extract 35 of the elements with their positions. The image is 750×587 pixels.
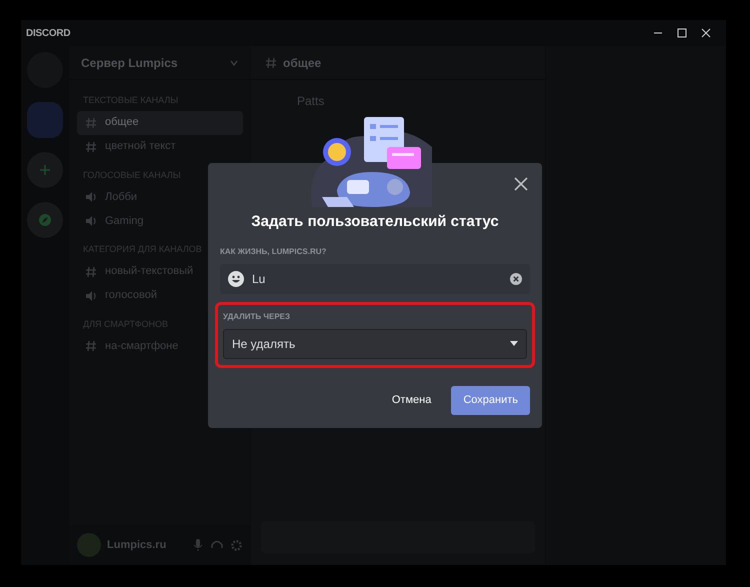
caret-icon: [510, 341, 518, 346]
hash-icon: [85, 266, 97, 278]
plus-icon: [39, 164, 51, 176]
cancel-button[interactable]: Отмена: [384, 386, 440, 414]
status-text: Lu: [252, 270, 266, 288]
speaker-icon: [85, 215, 97, 227]
hash-icon: [265, 56, 277, 68]
compass-icon: [38, 213, 52, 227]
settings-icon[interactable]: [230, 538, 243, 552]
hash-icon: [85, 116, 97, 128]
hash-icon: [85, 140, 97, 152]
add-server-button[interactable]: [27, 152, 63, 188]
explore-button[interactable]: [27, 202, 63, 238]
user-avatar[interactable]: [77, 533, 101, 557]
close-icon[interactable]: [514, 177, 528, 191]
status-field[interactable]: Lu: [220, 264, 530, 294]
smiley-icon[interactable]: [228, 270, 244, 286]
user-name: Lumpics.ru: [107, 538, 168, 553]
server-name[interactable]: Сервер Lumpics: [81, 54, 178, 72]
channel-title: общее: [283, 54, 322, 72]
field-label: УДАЛИТЬ ЧЕРЕЗ: [223, 310, 292, 322]
save-button[interactable]: Сохранить: [451, 386, 530, 414]
window-title: DISCORD: [26, 26, 70, 40]
field-label: КАК ЖИЗНЬ, LUMPICS.RU?: [220, 246, 328, 258]
clear-icon[interactable]: [510, 272, 522, 284]
clear-after-dropdown[interactable]: Не удалять: [223, 328, 527, 358]
maximize-icon[interactable]: [677, 28, 687, 38]
hash-icon: [85, 340, 97, 352]
microphone-icon[interactable]: [192, 538, 204, 552]
dialog-title: Задать пользовательский статус: [250, 212, 500, 232]
server-icon[interactable]: [27, 102, 63, 138]
close-icon[interactable]: [701, 28, 711, 38]
speaker-icon: [85, 191, 97, 203]
speaker-icon: [85, 290, 97, 302]
channel-item[interactable]: общее: [77, 110, 243, 134]
